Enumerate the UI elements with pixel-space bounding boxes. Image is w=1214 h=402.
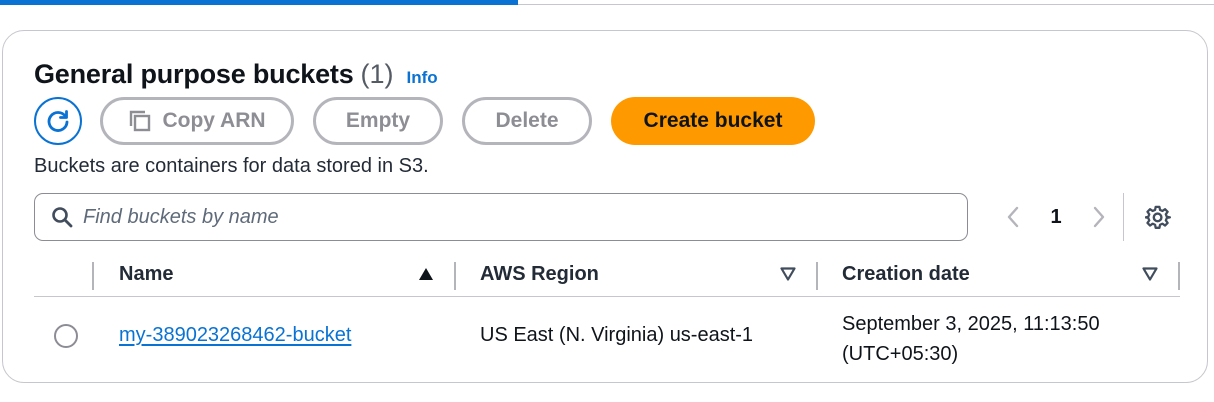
refresh-button[interactable]: [34, 97, 82, 145]
tab-bar: [0, 0, 1214, 6]
search-box: [34, 193, 968, 241]
info-link[interactable]: Info: [407, 68, 438, 88]
panel-header: General purpose buckets (1) Info: [34, 59, 438, 90]
column-divider: [92, 262, 94, 290]
pagination: 1: [999, 199, 1113, 235]
chevron-left-icon[interactable]: [999, 199, 1027, 235]
column-divider[interactable]: [816, 262, 818, 290]
search-icon: [51, 206, 73, 228]
buckets-panel: General purpose buckets (1) Info Copy AR…: [2, 30, 1208, 383]
create-bucket-button[interactable]: Create bucket: [611, 97, 815, 145]
creation-timezone-line: (UTC+05:30): [842, 343, 959, 365]
empty-button[interactable]: Empty: [313, 97, 443, 145]
bucket-region: US East (N. Virginia) us-east-1: [480, 324, 754, 346]
creation-date-line: September 3, 2025, 11:13:50: [842, 313, 1100, 335]
table-row[interactable]: my-389023268462-bucket US East (N. Virgi…: [34, 299, 1180, 379]
tab-underline: [518, 4, 1214, 5]
page-number[interactable]: 1: [1027, 206, 1085, 229]
search-input[interactable]: [83, 194, 967, 240]
column-header-name[interactable]: Name: [119, 263, 173, 286]
sort-descending-icon[interactable]: [780, 267, 796, 286]
sort-descending-icon[interactable]: [1142, 267, 1158, 286]
table-header: Name AWS Region Creation date: [34, 259, 1180, 297]
bucket-count: (1): [360, 59, 394, 89]
gear-icon[interactable]: [1143, 203, 1173, 233]
refresh-icon: [44, 107, 72, 135]
delete-button[interactable]: Delete: [462, 97, 592, 145]
bucket-creation-date: September 3, 2025, 11:13:50 (UTC+05:30): [842, 309, 1142, 369]
copy-arn-button[interactable]: Copy ARN: [100, 97, 294, 145]
column-header-creation-date[interactable]: Creation date: [842, 263, 970, 286]
bucket-name-link[interactable]: my-389023268462-bucket: [119, 324, 351, 347]
column-divider[interactable]: [1178, 262, 1180, 290]
copy-icon: [128, 109, 152, 133]
page-title: General purpose buckets: [34, 59, 354, 89]
action-toolbar: Copy ARN Empty Delete Create bucket: [34, 97, 815, 145]
panel-description: Buckets are containers for data stored i…: [34, 155, 429, 177]
active-tab-indicator: [0, 0, 518, 5]
row-select-radio[interactable]: [54, 324, 78, 348]
column-divider[interactable]: [454, 262, 456, 290]
sort-ascending-icon[interactable]: [418, 267, 434, 286]
column-header-region[interactable]: AWS Region: [480, 263, 599, 286]
pager-divider: [1123, 193, 1124, 241]
chevron-right-icon[interactable]: [1085, 199, 1113, 235]
copy-arn-label: Copy ARN: [162, 109, 266, 132]
